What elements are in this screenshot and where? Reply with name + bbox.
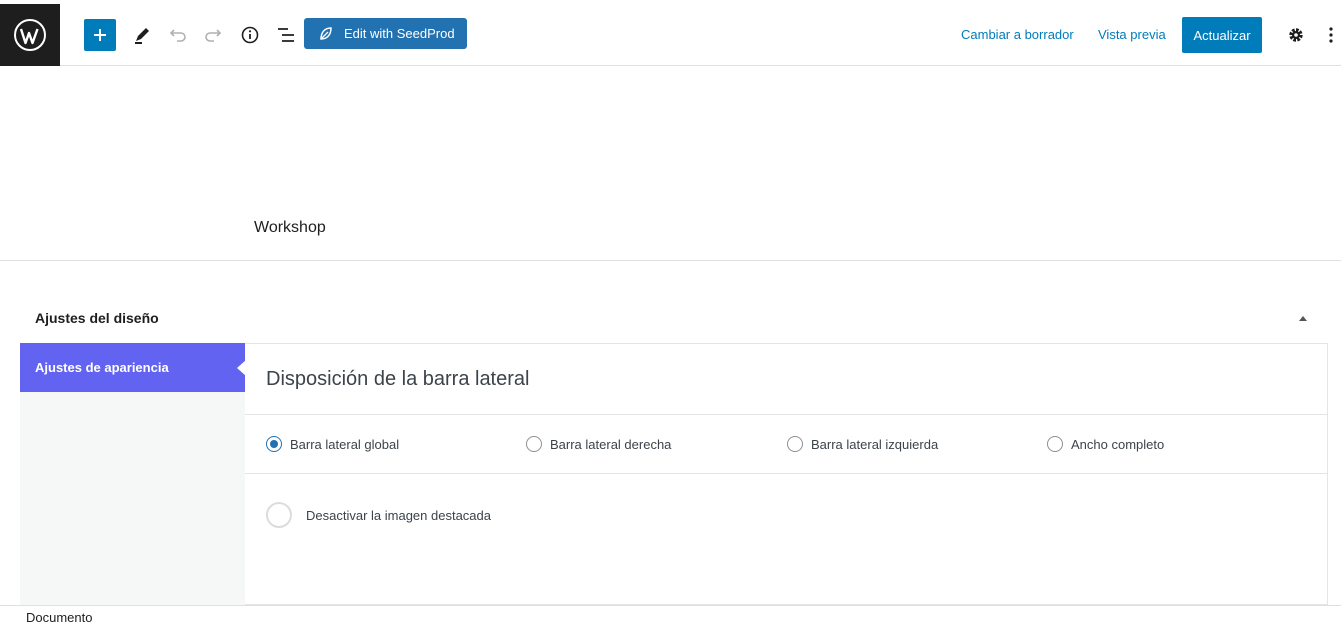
edit-with-seedprod-button[interactable]: Edit with SeedProd — [304, 18, 467, 49]
seedprod-label: Edit with SeedProd — [344, 26, 455, 41]
post-title[interactable]: Workshop — [254, 219, 326, 237]
radio-label: Barra lateral izquierda — [811, 436, 939, 452]
metabox-tabs: Ajustes de apariencia — [20, 343, 246, 605]
collapse-arrow-icon[interactable] — [1298, 311, 1308, 321]
radio-button[interactable] — [787, 436, 803, 452]
radio-label: Ancho completo — [1071, 436, 1165, 452]
metabox-header[interactable]: Ajustes del diseño — [35, 310, 159, 326]
divider — [245, 414, 1327, 415]
undo-icon — [169, 29, 186, 42]
radio-right-sidebar[interactable]: Barra lateral derecha — [526, 436, 671, 452]
radio-button[interactable] — [526, 436, 542, 452]
radio-label: Barra lateral global — [290, 436, 400, 452]
gear-icon — [1289, 28, 1303, 42]
undo-button[interactable] — [166, 19, 190, 51]
redo-icon — [205, 29, 222, 42]
settings-button[interactable] — [1284, 19, 1308, 51]
radio-left-sidebar[interactable]: Barra lateral izquierda — [787, 436, 938, 452]
add-block-button[interactable] — [84, 19, 116, 51]
info-icon — [241, 26, 259, 44]
tab-appearance-settings[interactable]: Ajustes de apariencia — [20, 343, 246, 392]
editor-footer: Documento — [0, 605, 1341, 625]
list-view-icon — [278, 28, 294, 42]
divider — [245, 473, 1327, 474]
sidebar-layout-panel: Disposición de la barra lateral Barra la… — [245, 343, 1328, 605]
toggle-circle[interactable] — [266, 502, 292, 528]
editor-toolbar: Edit with SeedProd Cambiar a borrador Vi… — [0, 4, 1341, 66]
editor-canvas: Workshop — [0, 66, 1341, 261]
pencil-icon — [135, 28, 149, 44]
details-button[interactable] — [238, 19, 262, 51]
seedprod-leaf-icon — [320, 26, 332, 40]
radio-button-checked[interactable] — [266, 436, 282, 452]
update-button[interactable]: Actualizar — [1182, 17, 1262, 53]
switch-to-draft-button[interactable]: Cambiar a borrador — [961, 27, 1074, 42]
wordpress-logo-icon[interactable] — [0, 4, 60, 66]
radio-button[interactable] — [1047, 436, 1063, 452]
radio-label: Barra lateral derecha — [550, 436, 672, 452]
redo-button[interactable] — [201, 19, 225, 51]
list-view-button[interactable] — [274, 19, 298, 51]
preview-button[interactable]: Vista previa — [1098, 27, 1166, 42]
toggle-label: Desactivar la imagen destacada — [306, 507, 491, 523]
options-button[interactable] — [1322, 19, 1340, 51]
section-title: Disposición de la barra lateral — [266, 368, 530, 390]
plus-icon — [94, 29, 106, 41]
more-vertical-icon — [1329, 27, 1333, 43]
radio-global-sidebar[interactable]: Barra lateral global — [266, 436, 399, 452]
disable-featured-image-option[interactable]: Desactivar la imagen destacada — [266, 502, 491, 528]
tools-button[interactable] — [130, 19, 154, 51]
radio-full-width[interactable]: Ancho completo — [1047, 436, 1164, 452]
